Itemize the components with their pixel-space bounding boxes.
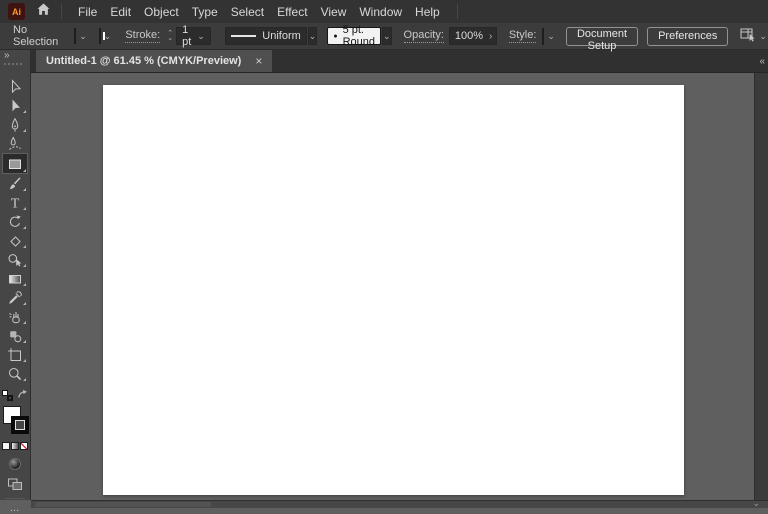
menu-bar: Ai File Edit Object Type Select Effect View Win… (0, 0, 768, 23)
shaper-tool[interactable] (2, 307, 28, 326)
direct-selection-tool[interactable] (2, 96, 28, 115)
variable-width-profile-dropdown[interactable]: Uniform (224, 27, 307, 45)
swap-fill-stroke-icon[interactable] (17, 386, 28, 404)
toolbar-grip-handle[interactable] (4, 63, 22, 65)
stroke-label[interactable]: Stroke: (125, 29, 161, 43)
color-type-row (0, 442, 30, 450)
artboard[interactable] (103, 85, 684, 495)
close-icon[interactable]: × (255, 54, 262, 68)
brush-dot-icon: ● (333, 32, 338, 40)
paintbrush-tool[interactable] (2, 174, 28, 193)
menu-window[interactable]: Window (353, 5, 408, 19)
color-button[interactable] (2, 442, 10, 450)
stepper-down-icon[interactable]: ⌄ (167, 35, 173, 42)
menu-effect[interactable]: Effect (271, 5, 313, 19)
style-chevron-down-icon[interactable]: ⌄ (547, 31, 555, 41)
preferences-button[interactable]: Preferences (647, 26, 729, 46)
opacity-arrow-icon: › (489, 30, 493, 42)
gradient-button[interactable] (11, 442, 19, 450)
toolbar-divider (5, 498, 25, 499)
document-setup-button[interactable]: Document Setup (565, 26, 639, 52)
shape-builder-tool[interactable] (2, 250, 28, 269)
workspace-switcher[interactable]: ⌄ (740, 27, 768, 46)
graphic-style-swatch[interactable] (542, 27, 545, 45)
brush-definition-value: 5 pt. Round (342, 24, 375, 48)
menubar-divider (61, 4, 62, 19)
edit-toolbar-button[interactable]: … (0, 504, 30, 514)
menu-select[interactable]: Select (225, 5, 270, 19)
style-label[interactable]: Style: (508, 29, 537, 43)
fill-stroke-indicator (1, 406, 29, 436)
zoom-tool[interactable] (2, 364, 28, 383)
scrollbar-thumb[interactable] (35, 502, 211, 507)
rectangle-tool[interactable] (2, 153, 28, 174)
draw-mode-icon[interactable] (9, 458, 21, 470)
symbol-sprayer-tool[interactable] (2, 326, 28, 345)
svg-text:T: T (11, 196, 20, 210)
stroke-swatch[interactable] (11, 416, 29, 434)
eyedropper-tool[interactable] (2, 288, 28, 307)
tools-panel: » T … (0, 50, 31, 514)
opacity-input[interactable]: 100% › (448, 27, 497, 45)
document-tab-title: Untitled-1 @ 61.45 % (CMYK/Preview) (46, 55, 242, 67)
rotate-tool[interactable] (2, 212, 28, 231)
none-button[interactable] (20, 442, 28, 450)
pen-tool[interactable] (2, 115, 28, 134)
default-fill-stroke-icon[interactable] (2, 389, 13, 401)
selection-tool[interactable] (2, 77, 28, 96)
document-tab[interactable]: Untitled-1 @ 61.45 % (CMYK/Preview) × (36, 50, 273, 72)
curvature-tool[interactable] (2, 134, 28, 153)
stroke-weight-dropdown[interactable]: 1 pt ⌄ (176, 24, 211, 48)
type-tool[interactable]: T (2, 193, 28, 212)
stroke-weight-value: 1 pt (182, 24, 192, 48)
application-menus: File Edit Object Type Select Effect View Window… (72, 5, 447, 19)
collapsed-panel-dock (754, 73, 768, 500)
fill-color-swatch[interactable] (74, 28, 77, 44)
chevron-down-icon: ⌄ (759, 30, 767, 41)
screen-mode-icon[interactable] (7, 477, 23, 491)
chevron-down-icon: ⌄ (382, 30, 391, 41)
width-profile-value: Uniform (262, 30, 301, 42)
menu-object[interactable]: Object (138, 5, 185, 19)
selection-status: No Selection (13, 24, 59, 48)
menu-view[interactable]: View (315, 5, 353, 19)
chevron-down-icon: ⌄ (197, 30, 205, 41)
app-logo-text: Ai (12, 6, 21, 17)
fill-stroke-mini-controls (2, 386, 28, 404)
gradient-tool[interactable] (2, 269, 28, 288)
menu-edit[interactable]: Edit (104, 5, 137, 19)
control-bar: No Selection ⌄ ⌄ Stroke: ⌃ ⌄ 1 pt ⌄ Unif… (0, 23, 768, 52)
menubar-divider-right (456, 4, 458, 19)
workspace-icon (740, 27, 756, 46)
width-profile-chevron[interactable]: ⌄ (307, 27, 318, 45)
app-logo[interactable]: Ai (8, 3, 25, 20)
canvas-pasteboard[interactable] (31, 73, 754, 500)
horizontal-scrollbar[interactable]: ⌄ (31, 498, 768, 509)
home-icon (36, 2, 51, 21)
artboard-tool[interactable] (2, 345, 28, 364)
tool-list: T (0, 72, 30, 383)
opacity-label[interactable]: Opacity: (403, 29, 444, 43)
opacity-value: 100% (454, 30, 484, 42)
eraser-tool[interactable] (2, 231, 28, 250)
stroke-chevron-down-icon[interactable]: ⌄ (104, 31, 112, 41)
fill-chevron-down-icon[interactable]: ⌄ (79, 31, 87, 41)
brush-definition-dropdown[interactable]: ● 5 pt. Round (327, 24, 381, 48)
chevron-down-icon[interactable]: ⌄ (752, 498, 760, 509)
stroke-preview-line (230, 35, 257, 37)
document-tab-bar: Untitled-1 @ 61.45 % (CMYK/Preview) × (31, 50, 768, 73)
menu-file[interactable]: File (72, 5, 103, 19)
home-button[interactable] (36, 2, 51, 21)
stroke-color-swatch[interactable] (98, 28, 105, 44)
brush-chevron[interactable]: ⌄ (381, 27, 392, 45)
stroke-weight-stepper[interactable]: ⌃ ⌄ (167, 30, 173, 42)
collapse-toolbar-icon[interactable]: » (4, 50, 10, 61)
menu-help[interactable]: Help (409, 5, 446, 19)
chevron-down-icon: ⌄ (308, 30, 317, 41)
expand-panels-icon[interactable]: « (759, 56, 765, 67)
menu-type[interactable]: Type (186, 5, 224, 19)
tools-panel-header: » (0, 50, 30, 72)
